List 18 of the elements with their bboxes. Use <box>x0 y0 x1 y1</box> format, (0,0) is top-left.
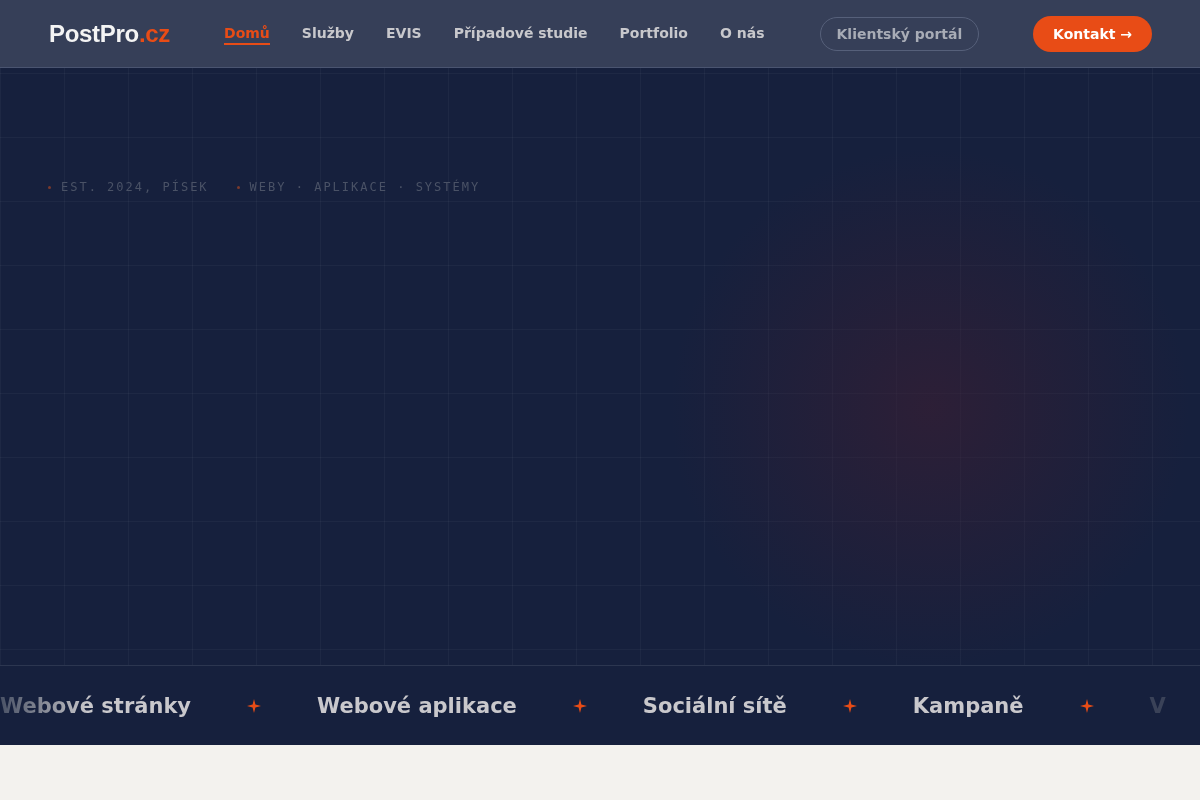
nav-link[interactable]: Případové studie <box>453 22 588 45</box>
marquee-item: Webové aplikace <box>317 693 517 718</box>
bullet-icon <box>236 185 240 189</box>
star-icon <box>572 698 587 713</box>
marquee-item: Webové stránky <box>0 693 192 718</box>
star-icon <box>1079 698 1094 713</box>
nav-link[interactable]: O nás <box>720 22 765 45</box>
contact-button[interactable]: Kontakt → <box>1033 15 1152 52</box>
marquee-item: Sociální sítě <box>642 693 787 718</box>
brand-logo[interactable]: PostPro.cz <box>49 19 171 48</box>
marquee-item: Kampaně <box>912 693 1024 718</box>
nav-link[interactable]: Portfolio <box>619 22 688 45</box>
bullet-icon <box>48 185 51 189</box>
nav-link[interactable]: Služby <box>301 22 354 45</box>
star-icon <box>842 698 857 713</box>
brand-suffix: .cz <box>138 19 171 47</box>
star-icon <box>247 698 262 713</box>
nav-link[interactable]: EVIS <box>386 22 422 45</box>
